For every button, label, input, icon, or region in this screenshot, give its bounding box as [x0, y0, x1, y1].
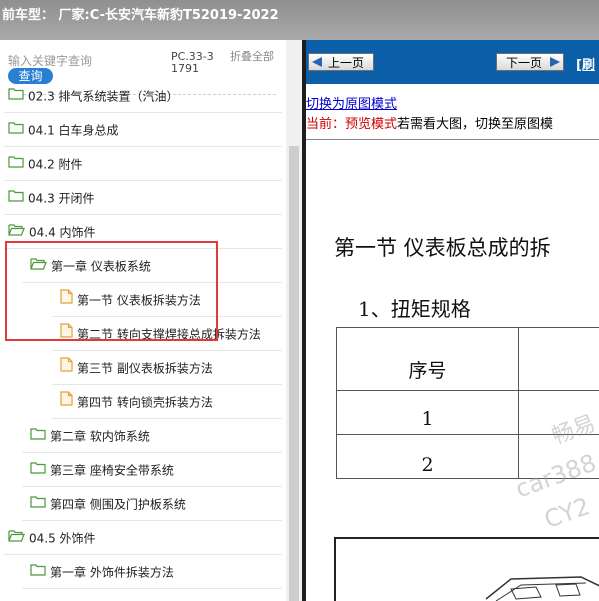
row-divider	[22, 588, 282, 589]
vehicle-title: 前车型： 厂家:C-长安汽车新豹T52019-2022	[2, 8, 279, 23]
arrow-right-icon	[550, 57, 560, 67]
tree-item-label: 02.3 排气系统装置（汽油）	[28, 89, 179, 104]
tree-item[interactable]: 第四节 转向锁壳拆装方法	[52, 385, 282, 419]
mode-label: 当前：预览模式	[306, 117, 398, 132]
table-header-cell	[518, 327, 599, 391]
switch-original-link[interactable]: 切换为原图模式	[306, 93, 397, 112]
tree-item[interactable]: 第三章 座椅安全带系统	[22, 453, 282, 487]
tree-item-label: 04.3 开闭件	[28, 191, 95, 206]
scrollbar-thumb[interactable]	[289, 146, 299, 601]
folder-icon	[8, 147, 24, 181]
diagram-frame	[334, 537, 599, 601]
folder-icon	[30, 419, 46, 453]
table-header-cell: 序号	[336, 327, 519, 391]
content-panel: 上一页 下一页 [刷 切换为原图模式 当前：预览模式若需看大图，切换至原图模 第…	[306, 40, 599, 601]
content-divider	[306, 139, 599, 140]
tree-item[interactable]: 04.1 白车身总成	[4, 113, 282, 147]
tree-item-label: 第四节 转向锁壳拆装方法	[77, 395, 213, 410]
tree-item-label: 第三章 座椅安全带系统	[50, 463, 174, 478]
mode-status: 当前：预览模式若需看大图，切换至原图模	[306, 113, 553, 132]
tree-item-label: 第二章 软内饰系统	[50, 429, 150, 444]
next-page-button[interactable]: 下一页	[496, 53, 564, 71]
tree-item[interactable]: 04.3 开闭件	[4, 181, 282, 215]
tree-item[interactable]: 第四章 侧围及门护板系统	[22, 487, 282, 521]
tree-item[interactable]: 04.2 附件	[4, 147, 282, 181]
document-icon	[60, 351, 73, 385]
part-code: PC.33-31791	[171, 50, 214, 75]
search-input[interactable]: 输入关键字查询	[8, 52, 92, 69]
tree-item[interactable]: 第二章 软内饰系统	[22, 419, 282, 453]
prev-page-button[interactable]: 上一页	[308, 53, 374, 71]
watermark: CY2	[540, 491, 594, 535]
document-page: 第一节 仪表板总成的拆 1、扭矩规格 序号 1 2 畅易 car388 CY2	[306, 144, 599, 601]
tree-item-label: 第三节 副仪表板拆装方法	[77, 361, 213, 376]
arrow-left-icon	[312, 57, 322, 67]
folder-icon	[8, 113, 24, 147]
tree-item[interactable]: 第一章 外饰件拆装方法	[22, 555, 282, 589]
title-bar: 前车型： 厂家:C-长安汽车新豹T52019-2022	[0, 0, 599, 40]
table-header-label: 序号	[408, 360, 447, 382]
tree-item-label: 第四章 侧围及门护板系统	[50, 497, 186, 512]
nav-toolbar: 上一页 下一页 [刷	[306, 40, 599, 84]
next-page-label: 下一页	[505, 56, 542, 70]
folder-open-icon	[8, 521, 25, 555]
tree-item[interactable]: 第三节 副仪表板拆装方法	[52, 351, 282, 385]
torque-heading: 1、扭矩规格	[358, 297, 471, 321]
mode-hint: 若需看大图，切换至原图模	[397, 117, 554, 132]
folder-icon	[8, 181, 24, 215]
tree-item[interactable]: 04.5 外饰件	[4, 521, 282, 555]
tree-item-label: 04.2 附件	[28, 157, 83, 172]
document-icon	[60, 385, 73, 419]
folder-icon	[30, 555, 46, 589]
table-cell-number: 1	[421, 408, 434, 430]
table-cell-number: 2	[421, 454, 434, 476]
tree-item-label: 04.4 内饰件	[29, 225, 96, 240]
highlight-box	[5, 241, 218, 341]
section-heading: 第一节 仪表板总成的拆	[334, 236, 551, 260]
tree-item[interactable]: 02.3 排气系统装置（汽油）	[4, 79, 282, 113]
tree-item-label: 04.1 白车身总成	[28, 123, 119, 138]
refresh-link[interactable]: [刷	[576, 54, 595, 73]
folder-icon	[30, 487, 46, 521]
table-row: 2	[336, 434, 519, 479]
tree-item-label: 第一章 外饰件拆装方法	[50, 565, 174, 580]
collapse-all-link[interactable]: 折叠全部	[230, 51, 274, 63]
part-diagram-image	[485, 576, 599, 601]
folder-icon	[30, 453, 46, 487]
left-panel: 输入关键字查询 查询 PC.33-31791 折叠全部 02.3 排气系统装置（…	[0, 40, 302, 601]
folder-icon	[8, 79, 24, 113]
tree-item-label: 04.5 外饰件	[29, 531, 96, 546]
table-row: 1	[336, 390, 519, 435]
prev-page-label: 上一页	[327, 56, 364, 70]
